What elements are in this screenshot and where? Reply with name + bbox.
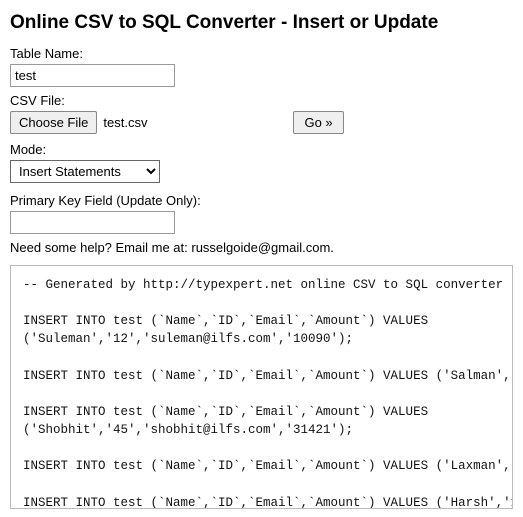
file-name-text: test.csv (103, 115, 147, 130)
sql-output: -- Generated by http://typexpert.net onl… (10, 265, 513, 509)
mode-select[interactable]: Insert Statements (10, 160, 160, 183)
choose-file-button[interactable]: Choose File (10, 111, 97, 134)
table-name-label: Table Name: (10, 46, 513, 61)
mode-label: Mode: (10, 142, 513, 157)
go-button[interactable]: Go » (293, 111, 343, 134)
primary-key-label: Primary Key Field (Update Only): (10, 193, 513, 208)
page-title: Online CSV to SQL Converter - Insert or … (10, 12, 513, 34)
primary-key-input[interactable] (10, 211, 175, 234)
table-name-input[interactable] (10, 64, 175, 87)
help-text: Need some help? Email me at: russelgoide… (10, 240, 513, 255)
csv-file-label: CSV File: (10, 93, 513, 108)
